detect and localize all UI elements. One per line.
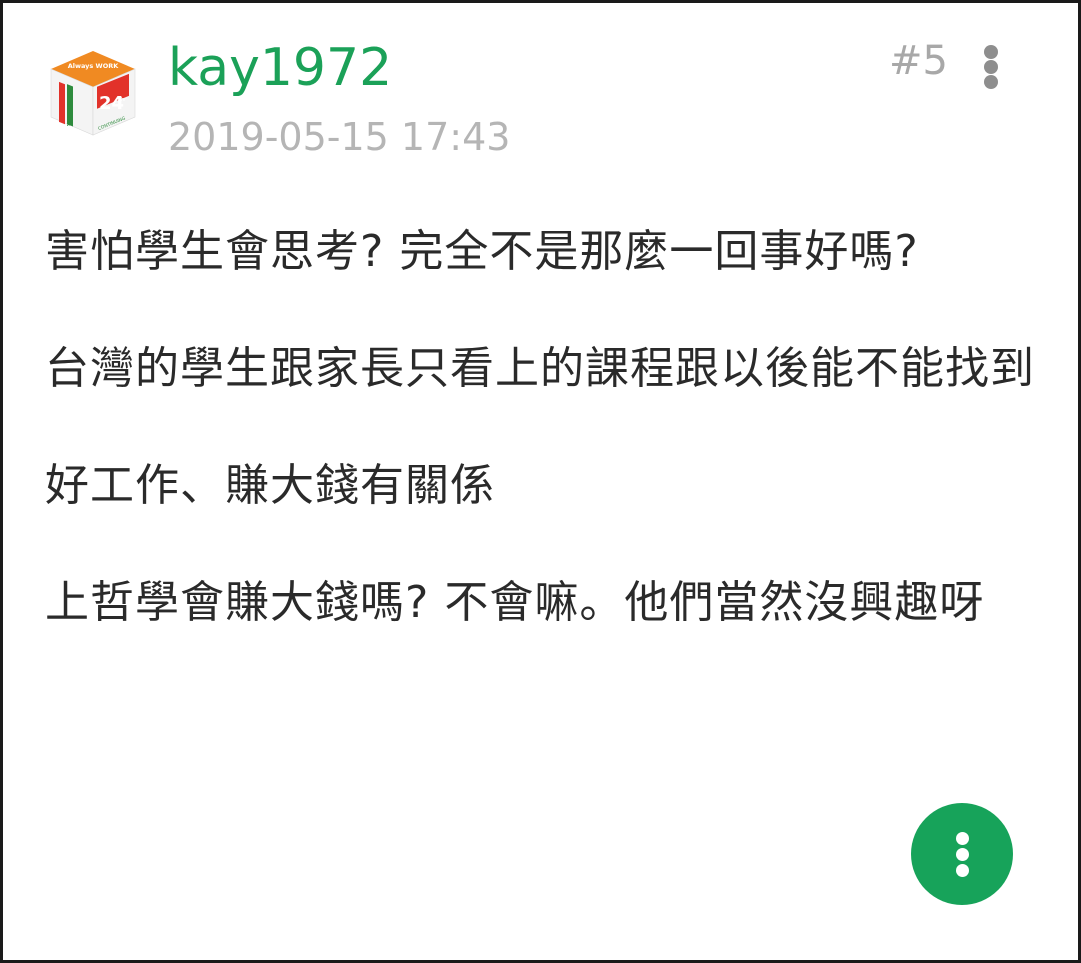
- more-vertical-icon-dot: [984, 75, 998, 89]
- more-vertical-icon-dot: [984, 45, 998, 59]
- post-timestamp: 2019-05-15 17:43: [168, 115, 511, 159]
- avatar-left-text: FOREVER: [65, 100, 71, 126]
- post-paragraph: 上哲學會賺大錢嗎? 不會嘛。他們當然沒興趣呀: [45, 577, 985, 628]
- floor-number: #5: [889, 38, 948, 84]
- post-body: 害怕學生會思考? 完全不是那麼一回事好嗎? 台灣的學生跟家長只看上的課程跟以後能…: [45, 193, 1045, 661]
- more-vertical-icon-dot: [956, 832, 969, 845]
- post-card: Always WORK 24 hr FOREVER CONTINUING kay…: [0, 0, 1081, 963]
- username-link[interactable]: kay1972: [168, 33, 392, 103]
- user-avatar[interactable]: Always WORK 24 hr FOREVER CONTINUING: [47, 47, 139, 139]
- avatar-top-text: Always WORK: [68, 62, 120, 70]
- more-vertical-icon-dot: [956, 848, 969, 861]
- post-paragraph: 害怕學生會思考? 完全不是那麼一回事好嗎?: [45, 226, 919, 277]
- post-paragraph: 台灣的學生跟家長只看上的課程跟以後能不能找到好工作、賺大錢有關係: [45, 343, 1035, 511]
- more-vertical-icon-dot: [956, 864, 969, 877]
- avatar-red-stripe: [59, 81, 65, 125]
- more-vertical-icon-dot: [984, 60, 998, 74]
- floating-more-button[interactable]: [911, 803, 1013, 905]
- post-more-options-button[interactable]: [969, 39, 1013, 95]
